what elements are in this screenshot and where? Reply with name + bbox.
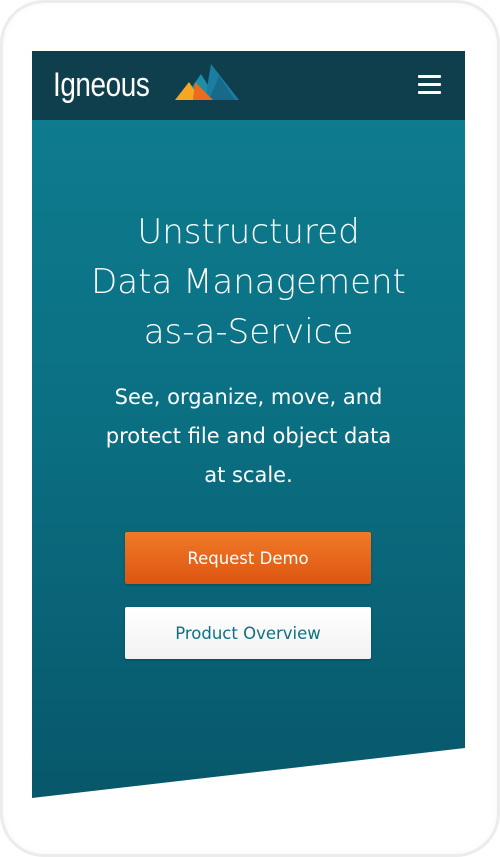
headline-line: Data Management (91, 262, 406, 302)
subhead-line: at scale. (204, 463, 293, 487)
hero-section: Unstructured Data Management as-a-Servic… (32, 120, 465, 798)
hamburger-menu-icon[interactable] (416, 73, 444, 97)
hero-headline: Unstructured Data Management as-a-Servic… (32, 207, 465, 357)
logo-wordmark: Igneous (53, 66, 150, 104)
hero-subhead: See, organize, move, and protect file an… (32, 378, 465, 495)
site-header: Igneous (32, 51, 465, 120)
headline-line: Unstructured (137, 212, 360, 252)
product-overview-button[interactable]: Product Overview (125, 607, 371, 659)
request-demo-button[interactable]: Request Demo (125, 532, 371, 584)
headline-line: as-a-Service (143, 312, 354, 352)
menu-bar-bottom (418, 91, 441, 94)
mobile-screen: Igneous Unstructured Data Management as-… (32, 51, 465, 798)
menu-bar-middle (418, 83, 441, 86)
igneous-mountain-mark-icon (175, 64, 239, 100)
subhead-line: protect file and object data (105, 424, 392, 448)
phone-frame: Igneous Unstructured Data Management as-… (0, 0, 500, 857)
menu-bar-top (418, 75, 441, 78)
subhead-line: See, organize, move, and (114, 385, 383, 409)
igneous-logo[interactable]: Igneous (53, 63, 239, 107)
